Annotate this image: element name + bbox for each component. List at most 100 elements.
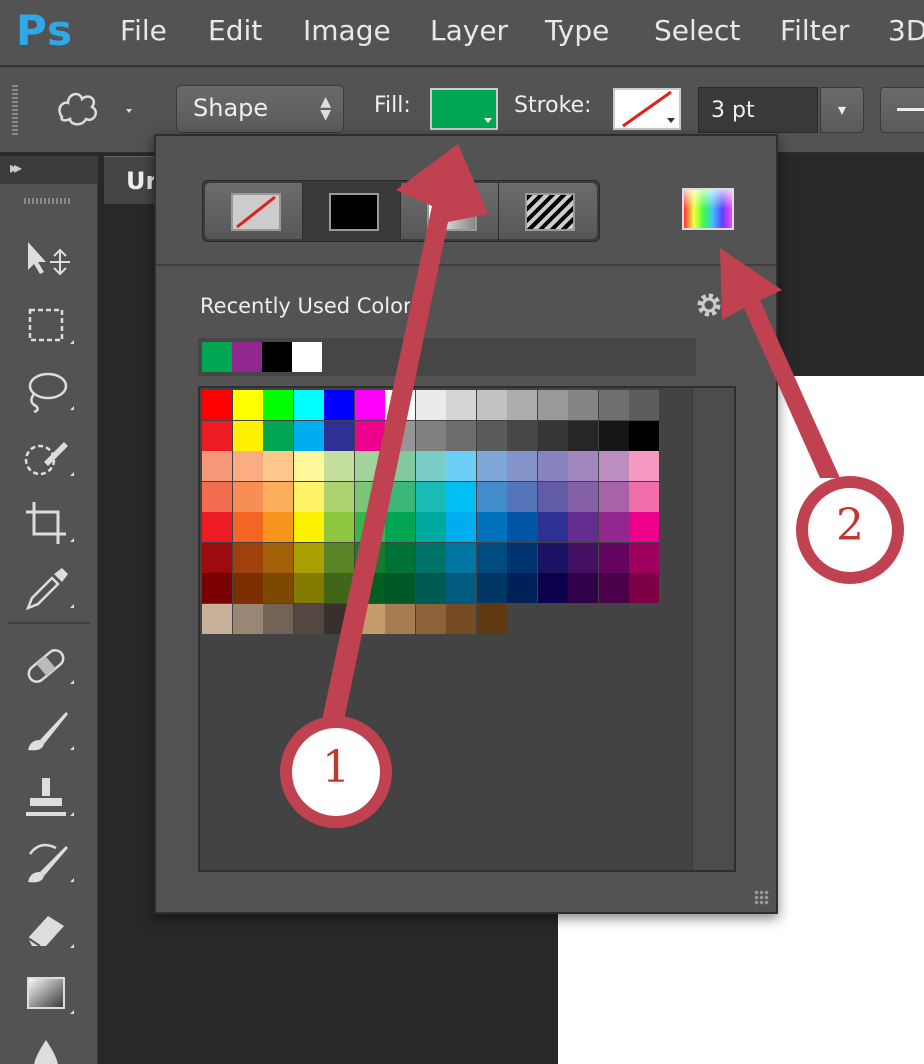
color-swatch[interactable] — [263, 603, 293, 634]
color-swatch[interactable] — [202, 481, 232, 512]
color-swatch[interactable] — [568, 512, 598, 542]
color-swatch[interactable] — [537, 481, 568, 512]
color-swatch[interactable] — [324, 420, 354, 451]
no-color-button[interactable] — [205, 183, 303, 239]
color-swatch[interactable] — [598, 390, 629, 420]
color-swatch[interactable] — [507, 420, 537, 451]
color-swatch[interactable] — [293, 420, 324, 451]
color-swatch[interactable] — [537, 512, 568, 542]
color-swatch[interactable] — [385, 512, 415, 542]
menu-file[interactable]: File — [120, 14, 167, 47]
stroke-color-button[interactable] — [613, 88, 681, 130]
menu-3d[interactable]: 3D — [888, 14, 924, 47]
menu-image[interactable]: Image — [303, 14, 391, 47]
color-swatch[interactable] — [476, 451, 507, 481]
tools-panel-grip[interactable] — [24, 198, 72, 204]
recent-color-swatch[interactable] — [202, 342, 232, 372]
menu-select[interactable]: Select — [654, 14, 740, 47]
color-swatch[interactable] — [537, 390, 568, 420]
color-swatch[interactable] — [232, 542, 263, 573]
fill-color-button[interactable] — [430, 88, 498, 130]
color-swatch[interactable] — [293, 390, 324, 420]
lasso-tool[interactable] — [14, 362, 84, 418]
color-swatch[interactable] — [476, 390, 507, 420]
color-swatch[interactable] — [263, 512, 293, 542]
eyedropper-tool[interactable] — [14, 560, 84, 616]
color-swatch[interactable] — [476, 481, 507, 512]
color-swatch[interactable] — [354, 542, 385, 573]
color-swatch[interactable] — [446, 451, 476, 481]
color-swatch[interactable] — [629, 420, 659, 451]
color-swatch[interactable] — [629, 451, 659, 481]
menu-filter[interactable]: Filter — [780, 14, 849, 47]
menu-layer[interactable]: Layer — [430, 14, 508, 47]
color-swatch[interactable] — [354, 390, 385, 420]
recent-color-swatch[interactable] — [232, 342, 262, 372]
color-swatch[interactable] — [202, 451, 232, 481]
clone-stamp-tool[interactable] — [14, 768, 84, 824]
color-swatch[interactable] — [293, 573, 324, 603]
color-swatch[interactable] — [263, 451, 293, 481]
color-swatch[interactable] — [354, 512, 385, 542]
color-swatch[interactable] — [507, 542, 537, 573]
color-swatch[interactable] — [385, 451, 415, 481]
color-swatch[interactable] — [568, 573, 598, 603]
recent-color-swatch[interactable] — [292, 342, 322, 372]
color-swatch[interactable] — [415, 390, 446, 420]
color-swatch[interactable] — [446, 512, 476, 542]
color-swatch[interactable] — [293, 481, 324, 512]
move-tool[interactable] — [14, 230, 84, 286]
color-swatch[interactable] — [202, 603, 232, 634]
color-swatch[interactable] — [446, 542, 476, 573]
color-swatch[interactable] — [507, 481, 537, 512]
quick-selection-tool[interactable] — [14, 428, 84, 484]
menu-edit[interactable]: Edit — [208, 14, 262, 47]
color-swatch[interactable] — [354, 420, 385, 451]
color-swatch[interactable] — [293, 542, 324, 573]
color-swatch[interactable] — [415, 512, 446, 542]
healing-brush-tool[interactable] — [14, 636, 84, 692]
color-swatch[interactable] — [263, 390, 293, 420]
swatches-scrollbar[interactable] — [692, 388, 734, 870]
color-swatch[interactable] — [293, 451, 324, 481]
color-swatch[interactable] — [537, 573, 568, 603]
pattern-button[interactable] — [499, 183, 597, 239]
color-swatch[interactable] — [232, 390, 263, 420]
eraser-tool[interactable] — [14, 900, 84, 956]
color-swatch[interactable] — [232, 603, 263, 634]
color-swatch[interactable] — [324, 451, 354, 481]
color-swatch[interactable] — [354, 603, 385, 634]
stroke-type-dropdown[interactable] — [880, 87, 924, 133]
color-swatch[interactable] — [293, 512, 324, 542]
color-swatch[interactable] — [476, 573, 507, 603]
color-swatch[interactable] — [263, 573, 293, 603]
gear-icon[interactable] — [694, 290, 724, 320]
color-swatch[interactable] — [232, 573, 263, 603]
color-swatch[interactable] — [324, 512, 354, 542]
color-swatch[interactable] — [598, 542, 629, 573]
color-swatch[interactable] — [598, 573, 629, 603]
color-swatch[interactable] — [202, 512, 232, 542]
color-swatch[interactable] — [354, 451, 385, 481]
color-swatch[interactable] — [385, 390, 415, 420]
color-swatch[interactable] — [263, 481, 293, 512]
color-swatch[interactable] — [415, 603, 446, 634]
color-swatch[interactable] — [415, 451, 446, 481]
gradient-tool[interactable] — [14, 966, 84, 1022]
color-swatch[interactable] — [415, 420, 446, 451]
color-swatch[interactable] — [354, 481, 385, 512]
color-swatch[interactable] — [415, 481, 446, 512]
color-swatch[interactable] — [263, 420, 293, 451]
color-swatch[interactable] — [537, 542, 568, 573]
history-brush-tool[interactable] — [14, 834, 84, 890]
color-swatch[interactable] — [568, 420, 598, 451]
mode-dropdown[interactable]: Shape ▲ ▼ — [176, 85, 344, 133]
color-swatch[interactable] — [232, 481, 263, 512]
color-swatch[interactable] — [385, 542, 415, 573]
color-swatch[interactable] — [568, 390, 598, 420]
color-swatch[interactable] — [232, 420, 263, 451]
brush-tool[interactable] — [14, 702, 84, 758]
menu-type[interactable]: Type — [545, 14, 609, 47]
color-swatch[interactable] — [324, 390, 354, 420]
color-picker-button[interactable] — [682, 188, 734, 230]
